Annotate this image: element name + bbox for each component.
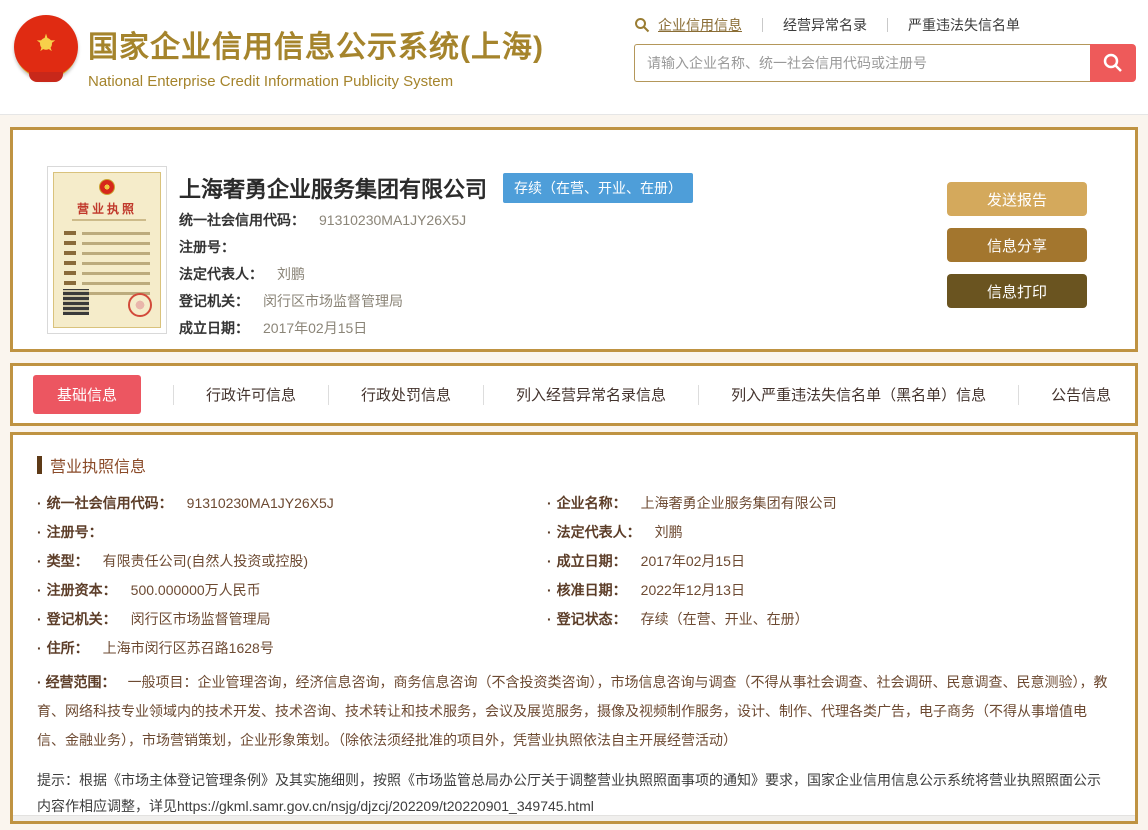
tab-abnormal-operations-list[interactable]: 列入经营异常名录信息 xyxy=(516,384,666,405)
tab-divider xyxy=(1018,384,1020,405)
field-company-type: 类型： 有限责任公司(自然人投资或控股) xyxy=(37,551,547,580)
fields-left-column: 统一社会信用代码： 91310230MA1JY26X5J 注册号： 类型： 有限… xyxy=(37,493,547,667)
header-right: 企业信用信息 经营异常名录 严重违法失信名单 xyxy=(634,13,1136,82)
company-summary-card: 营业执照 上海奢勇企业服务集团有限公司 存续（在营、开业、在册） 统一社会信用代… xyxy=(10,127,1138,352)
field-legal-representative: 法定代表人： 刘鹏 xyxy=(547,522,1111,551)
tab-announcements[interactable]: 公告信息 xyxy=(1051,384,1111,405)
search-bar xyxy=(634,44,1136,82)
tab-divider xyxy=(173,384,175,405)
fields-right-column: 企业名称： 上海奢勇企业服务集团有限公司 法定代表人： 刘鹏 成立日期： 201… xyxy=(547,493,1111,667)
search-icon xyxy=(634,17,650,33)
summary-row-legal-representative: 法定代表人： 刘鹏 xyxy=(179,266,305,282)
section-title: 营业执照信息 xyxy=(50,459,147,476)
nav-divider xyxy=(887,18,888,32)
license-info-card: 营业执照信息 统一社会信用代码： 91310230MA1JY26X5J 注册号：… xyxy=(10,432,1138,824)
search-input[interactable] xyxy=(634,44,1090,82)
national-emblem-logo xyxy=(14,15,78,82)
license-title: 营业执照 xyxy=(76,202,137,216)
license-qr-code xyxy=(63,289,89,315)
search-icon xyxy=(1102,52,1124,74)
license-seal xyxy=(128,293,152,317)
bottom-divider xyxy=(13,815,1135,821)
section-header: 营业执照信息 xyxy=(37,453,1111,477)
info-print-button[interactable]: 信息打印 xyxy=(947,274,1087,308)
tab-administrative-penalty[interactable]: 行政处罚信息 xyxy=(361,384,451,405)
field-business-scope: 经营范围：一般项目：企业管理咨询，经济信息咨询，商务信息咨询（不含投资类咨询），… xyxy=(37,668,1111,755)
site-title-block: 国家企业信用信息公示系统(上海) National Enterprise Cre… xyxy=(88,22,544,90)
info-share-button[interactable]: 信息分享 xyxy=(947,228,1087,262)
summary-row-credit-code: 统一社会信用代码： 91310230MA1JY26X5J xyxy=(179,212,467,228)
notice-text: 提示：根据《市场主体登记管理条例》及其实施细则，按照《市场监管总局办公厅关于调整… xyxy=(37,772,1101,814)
site-title: 国家企业信用信息公示系统(上海) xyxy=(88,31,544,64)
action-buttons: 发送报告 信息分享 信息打印 xyxy=(947,182,1087,320)
top-nav: 企业信用信息 经营异常名录 严重违法失信名单 xyxy=(634,13,1136,37)
nav-divider xyxy=(762,18,763,32)
field-approval-date: 核准日期： 2022年12月13日 xyxy=(547,580,1111,609)
main-content: 营业执照 上海奢勇企业服务集团有限公司 存续（在营、开业、在册） 统一社会信用代… xyxy=(0,115,1148,824)
tab-basic-info[interactable]: 基础信息 xyxy=(33,375,142,414)
field-address: 住所： 上海市闵行区苏召路1628号 xyxy=(37,638,547,667)
field-registration-no: 注册号： xyxy=(37,522,547,551)
summary-row-registration-authority: 登记机关： 闵行区市场监督管理局 xyxy=(179,293,403,309)
field-registered-capital: 注册资本： 500.000000万人民币 xyxy=(37,580,547,609)
status-badge: 存续（在营、开业、在册） xyxy=(503,173,694,203)
nav-link-enterprise-credit[interactable]: 企业信用信息 xyxy=(658,15,742,35)
field-registration-authority: 登记机关： 闵行区市场监督管理局 xyxy=(37,609,547,638)
site-subtitle: National Enterprise Credit Information P… xyxy=(88,73,454,90)
business-license-image: 营业执照 xyxy=(47,166,167,334)
license-fields-grid: 统一社会信用代码： 91310230MA1JY26X5J 注册号： 类型： 有限… xyxy=(37,493,1111,667)
search-button[interactable] xyxy=(1090,44,1136,82)
license-divider xyxy=(72,219,146,221)
summary-fields: 统一社会信用代码： 91310230MA1JY26X5J 注册号： 法定代表人：… xyxy=(179,210,466,345)
nav-link-serious-violations[interactable]: 严重违法失信名单 xyxy=(908,15,1020,35)
summary-head: 上海奢勇企业服务集团有限公司 存续（在营、开业、在册） xyxy=(179,172,694,204)
field-registration-status: 登记状态： 存续（在营、开业、在册） xyxy=(547,609,1111,638)
summary-row-establishment-date: 成立日期： 2017年02月15日 xyxy=(179,320,368,336)
section-marker xyxy=(37,456,42,474)
field-company-name: 企业名称： 上海奢勇企业服务集团有限公司 xyxy=(547,493,1111,522)
tabs-bar: 基础信息 行政许可信息 行政处罚信息 列入经营异常名录信息 列入严重违法失信名单… xyxy=(10,363,1138,426)
summary-row-registration-no: 注册号： xyxy=(179,239,235,255)
site-header: 国家企业信用信息公示系统(上海) National Enterprise Cre… xyxy=(0,0,1148,115)
send-report-button[interactable]: 发送报告 xyxy=(947,182,1087,216)
nav-link-abnormal-operations[interactable]: 经营异常名录 xyxy=(783,15,867,35)
company-name: 上海奢勇企业服务集团有限公司 xyxy=(179,177,488,202)
field-establishment-date: 成立日期： 2017年02月15日 xyxy=(547,551,1111,580)
license-emblem-icon xyxy=(99,179,115,195)
tab-serious-violations-blacklist[interactable]: 列入严重违法失信名单（黑名单）信息 xyxy=(731,384,986,405)
tab-divider xyxy=(328,384,330,405)
tab-divider xyxy=(698,384,700,405)
field-credit-code: 统一社会信用代码： 91310230MA1JY26X5J xyxy=(37,493,547,522)
tab-administrative-license[interactable]: 行政许可信息 xyxy=(206,384,296,405)
business-license-inner: 营业执照 xyxy=(53,172,161,328)
tab-divider xyxy=(483,384,485,405)
